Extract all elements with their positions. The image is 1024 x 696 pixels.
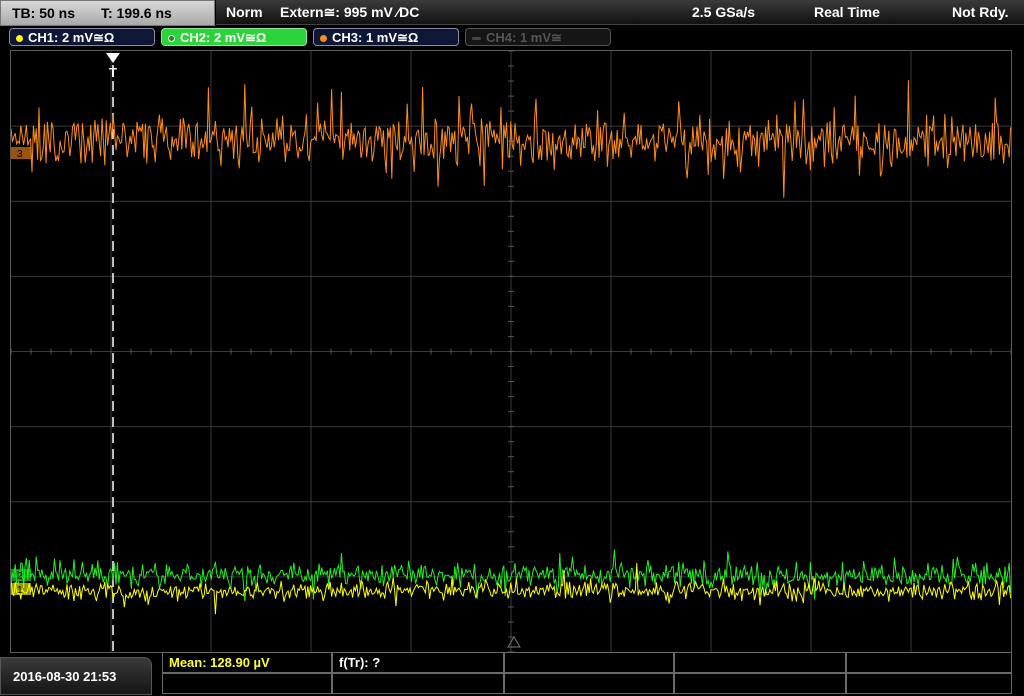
ch4-off-icon xyxy=(472,37,481,41)
timebase-panel[interactable]: TB: 50 ns T: 199.6 ns xyxy=(0,0,215,26)
ch1-level-text: 1 xyxy=(17,585,23,596)
acquisition-status-panel[interactable]: Norm Extern≅: 995 mV ∕DC 2.5 GSa/s Real … xyxy=(216,0,1024,25)
top-status-bar: TB: 50 ns T: 199.6 ns Norm Extern≅: 995 … xyxy=(0,0,1024,26)
ch1-dot-icon xyxy=(16,35,23,43)
waveform-svg: T 3 2 1 xyxy=(11,51,1011,652)
graticule xyxy=(11,51,1011,652)
measurement-panel[interactable]: Mean: 128.90 µV f(Tr): ? xyxy=(162,652,1012,695)
ch2-label: CH2: 2 mV≅Ω xyxy=(180,30,267,45)
tab-ch4[interactable]: CH4: 1 mV≅ xyxy=(465,28,611,46)
ch3-level-marker[interactable]: 3 xyxy=(11,147,31,160)
sample-rate: 2.5 GSa/s xyxy=(692,4,756,20)
ch3-dot-icon xyxy=(320,35,327,43)
measurement-slot-6[interactable] xyxy=(162,673,332,694)
trigger-marker-text: T xyxy=(109,65,117,80)
measurement-slot-3[interactable] xyxy=(504,652,674,673)
tab-ch3[interactable]: CH3: 1 mV≅Ω xyxy=(313,28,459,46)
freq-measurement[interactable]: f(Tr): ? xyxy=(332,652,504,673)
mean-measurement[interactable]: Mean: 128.90 µV xyxy=(162,652,332,673)
ch2-level-marker[interactable]: 2 xyxy=(11,569,31,582)
trigger-source: Extern≅: 995 mV ∕DC xyxy=(280,4,420,20)
acquisition-mode: Real Time xyxy=(814,4,880,20)
datetime-text: 2016-08-30 21:53 xyxy=(13,669,117,684)
ch3-level-text: 3 xyxy=(17,149,23,160)
tab-ch2[interactable]: CH2: 2 mV≅Ω xyxy=(161,28,307,46)
ch4-label: CH4: 1 mV≅ xyxy=(486,30,562,45)
measurement-slot-5[interactable] xyxy=(846,652,1012,673)
ch2-dot-icon xyxy=(168,35,175,43)
measurement-slot-7[interactable] xyxy=(332,673,504,694)
timebase-label: TB: 50 ns xyxy=(12,5,76,21)
ch1-level-marker[interactable]: 1 xyxy=(11,583,31,596)
tab-ch1[interactable]: CH1: 2 mV≅Ω xyxy=(9,28,155,46)
ch1-label: CH1: 2 mV≅Ω xyxy=(28,30,115,45)
trigger-mode: Norm xyxy=(226,4,263,20)
trigger-marker-icon[interactable]: T xyxy=(106,53,120,80)
waveform-display[interactable]: T 3 2 1 xyxy=(10,50,1012,653)
measurement-slot-8[interactable] xyxy=(504,673,674,694)
measurement-slot-10[interactable] xyxy=(846,673,1012,694)
ready-state: Not Rdy. xyxy=(952,4,1009,20)
datetime-display: 2016-08-30 21:53 xyxy=(0,657,152,695)
trigger-time-label: T: 199.6 ns xyxy=(101,5,172,21)
measurement-slot-4[interactable] xyxy=(674,652,846,673)
measurement-slot-9[interactable] xyxy=(674,673,846,694)
horizontal-center-icon xyxy=(507,636,521,648)
ch3-label: CH3: 1 mV≅Ω xyxy=(332,30,419,45)
ch2-level-text: 2 xyxy=(17,571,23,582)
